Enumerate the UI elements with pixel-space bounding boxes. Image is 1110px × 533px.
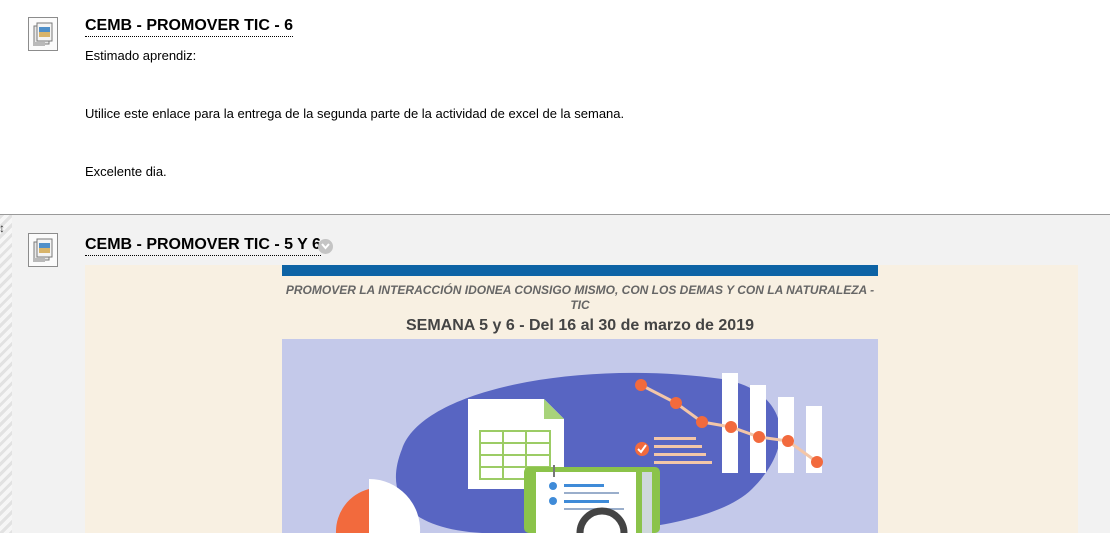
item-title-link[interactable]: CEMB - PROMOVER TIC - 5 Y 6 — [85, 235, 321, 256]
item-title-link[interactable]: CEMB - PROMOVER TIC - 6 — [85, 16, 294, 37]
item-text-greeting: Estimado aprendiz: — [85, 48, 197, 63]
spreadsheet-illustration — [282, 339, 878, 533]
item-text-instructions: Utilice este enlace para la entrega de l… — [85, 106, 625, 121]
banner-subtitle: PROMOVER LA INTERACCIÓN IDONEA CONSIGO M… — [285, 283, 875, 312]
content-item-icon — [28, 17, 58, 51]
drag-handle-icon[interactable]: ↕ — [0, 221, 5, 235]
content-item-1: CEMB - PROMOVER TIC - 6 Estimado aprendi… — [0, 0, 1110, 214]
banner-title: SEMANA 5 y 6 - Del 16 al 30 de marzo de … — [405, 317, 754, 334]
content-item-icon — [28, 233, 58, 267]
chevron-down-icon[interactable] — [318, 239, 333, 254]
item-text-closing: Excelente dia. — [85, 164, 167, 179]
content-item-2: ↕ CEMB - PROMOVER TIC - 5 Y 6 PROMOVER L… — [0, 214, 1110, 533]
drag-strip[interactable] — [0, 215, 12, 533]
week-banner: PROMOVER LA INTERACCIÓN IDONEA CONSIGO M… — [85, 265, 1078, 533]
banner-top-bar — [282, 265, 878, 276]
